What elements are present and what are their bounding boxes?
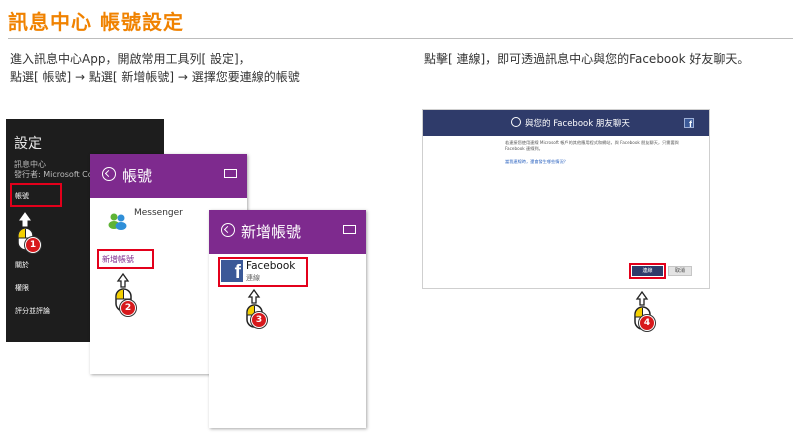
- chat-icon: [343, 225, 356, 234]
- left-instructions: 進入訊息中心App，開啟常用工具列[ 設定]， 點選[ 帳號] → 點選[ 新增…: [10, 50, 300, 86]
- left-instruction-line-2: 點選[ 帳號] → 點選[ 新增帳號] → 選擇您要連線的帳號: [10, 70, 300, 84]
- facebook-window-help-link[interactable]: 當我連線時，還會發生哪些情況？: [505, 159, 568, 165]
- add-account-title: 新增帳號: [241, 223, 302, 241]
- page-title: 訊息中心 帳號設定: [8, 10, 184, 34]
- settings-publisher: 發行者: Microsoft Co: [14, 170, 93, 179]
- facebook-window-title: 與您的 Facebook 朋友聊天: [525, 119, 630, 129]
- cancel-button[interactable]: 取消: [668, 266, 692, 276]
- facebook-small-logo-letter: f: [689, 119, 692, 129]
- title-divider: [8, 38, 793, 39]
- facebook-logo-letter: f: [234, 262, 241, 283]
- messenger-label[interactable]: Messenger: [134, 208, 183, 218]
- step-2-badge: 2: [120, 300, 136, 316]
- step-3-badge: 3: [251, 312, 267, 328]
- back-arrow-icon[interactable]: [511, 117, 521, 127]
- connect-button[interactable]: 連線: [632, 266, 663, 276]
- facebook-window-body-text: 若連接您使用連線 Microsoft 帳戶的其他應用程式和網站，與 Facebo…: [505, 140, 679, 151]
- facebook-small-logo-icon: f: [684, 118, 694, 129]
- facebook-logo-icon: f: [221, 260, 243, 283]
- settings-item-rate-review[interactable]: 評分並評論: [15, 306, 50, 316]
- add-account-header: 新增帳號: [209, 210, 366, 254]
- facebook-window-titlebar: 與您的 Facebook 朋友聊天 f: [423, 110, 709, 136]
- settings-item-about[interactable]: 關於: [15, 260, 29, 270]
- settings-title: 設定: [14, 136, 42, 152]
- facebook-label[interactable]: Facebook: [246, 260, 295, 272]
- left-instruction-line-1: 進入訊息中心App，開啟常用工具列[ 設定]，: [10, 52, 251, 66]
- messenger-icon: [108, 213, 127, 230]
- settings-item-accounts[interactable]: 帳號: [15, 191, 29, 201]
- add-account-panel: 新增帳號 f Facebook 連線: [209, 210, 366, 428]
- right-instruction: 點擊[ 連線]，即可透過訊息中心與您的Facebook 好友聊天。: [424, 52, 750, 66]
- facebook-connect-sub: 連線: [246, 274, 260, 282]
- settings-item-permissions[interactable]: 權限: [15, 283, 29, 293]
- back-arrow-icon[interactable]: [102, 167, 116, 181]
- back-arrow-icon[interactable]: [221, 223, 235, 237]
- step-4-badge: 4: [639, 315, 655, 331]
- accounts-title: 帳號: [122, 167, 153, 185]
- accounts-header: 帳號: [90, 154, 247, 198]
- add-account-link[interactable]: 新增帳號: [102, 254, 134, 265]
- step-1-badge: 1: [25, 237, 41, 253]
- chat-icon: [224, 169, 237, 178]
- facebook-connect-window: 與您的 Facebook 朋友聊天 f 若連接您使用連線 Microsoft 帳…: [422, 109, 710, 289]
